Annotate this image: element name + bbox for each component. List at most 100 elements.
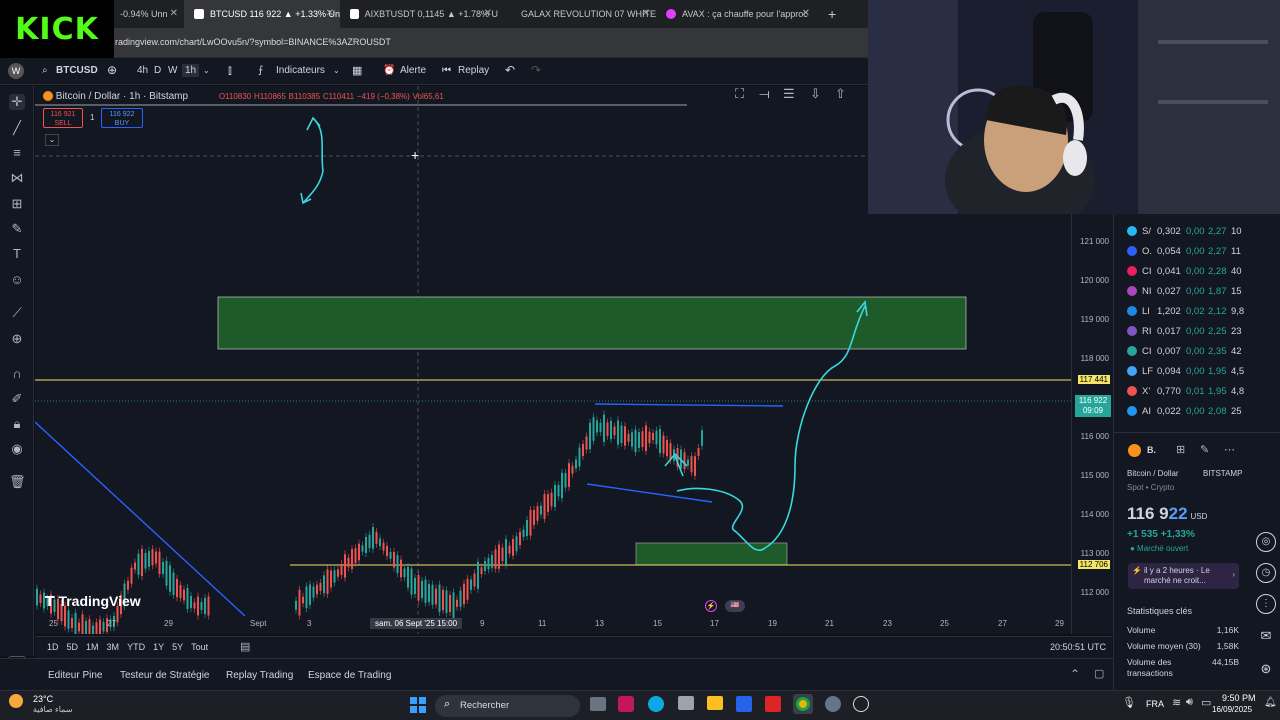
watchlist-row[interactable]: LI 1,202 0,02 2,12 9,8 [1114, 301, 1280, 321]
alarm-icon[interactable]: ⏰ [383, 65, 395, 76]
notification-icon[interactable]: ⊛ [1256, 660, 1276, 680]
close-icon[interactable]: ✕ [484, 8, 492, 19]
watchlist-row[interactable]: CI 0,041 0,00 2,28 40 [1114, 261, 1280, 281]
range-1d[interactable]: 1D [47, 642, 59, 652]
app-icon[interactable] [618, 696, 634, 712]
lock-icon[interactable]: 🔒︎ [9, 416, 25, 432]
flag-icon[interactable]: 🇺🇸︎ [725, 600, 745, 612]
trash-icon[interactable]: 🗑︎ [9, 474, 26, 490]
magnet-icon[interactable]: ∩ [9, 366, 25, 382]
range-3m[interactable]: 3M [107, 642, 120, 652]
tab-strategy-tester[interactable]: Testeur de Stratégie [120, 670, 210, 681]
watchlist-row[interactable]: CI 0,007 0,00 2,35 42 [1114, 341, 1280, 361]
close-icon[interactable]: ✕ [326, 8, 334, 19]
detail-symbol[interactable]: B. [1147, 445, 1156, 455]
range-tout[interactable]: Tout [191, 642, 208, 652]
news-banner[interactable]: il y a 2 heures · Le marché ne croit... ›… [1128, 563, 1239, 589]
range-5d[interactable]: 5D [67, 642, 79, 652]
interval-d[interactable]: D [154, 65, 161, 76]
fib-icon[interactable]: ≡ [9, 145, 25, 161]
volume-icon[interactable]: 🔊︎ [1186, 696, 1193, 709]
windows-start-icon[interactable] [410, 697, 426, 713]
arrow-up-icon[interactable]: ⇧ [835, 86, 846, 102]
address-bar[interactable]: radingview.com/chart/LwOOvu5n/?symbol=BI… [0, 28, 868, 58]
replay-icon[interactable]: ⏮ [442, 65, 451, 76]
interval-w[interactable]: W [168, 65, 177, 76]
event-icon[interactable]: ⚡ [705, 600, 717, 612]
crosshair-icon[interactable]: ✛ [9, 94, 25, 110]
more-icon[interactable]: ⋯ [1224, 443, 1235, 456]
range-5y[interactable]: 5Y [172, 642, 183, 652]
range-1y[interactable]: 1Y [153, 642, 164, 652]
watchlist-row[interactable]: RI 0,017 0,00 2,25 23 [1114, 321, 1280, 341]
replay-button[interactable]: Replay [458, 65, 489, 76]
forecast-icon[interactable]: ⊞ [9, 196, 25, 212]
clock-icon[interactable]: ◷ [1256, 563, 1276, 583]
interval-4h[interactable]: 4h [137, 65, 148, 76]
watchlist-row[interactable]: NI 0,027 0,00 1,87 15 [1114, 281, 1280, 301]
tab-trading-space[interactable]: Espace de Trading [308, 670, 391, 681]
hline-icon[interactable]: ⟞ [759, 86, 770, 102]
close-icon[interactable]: ✕ [802, 8, 810, 19]
calendar-icon[interactable]: ▤ [240, 640, 250, 653]
range-1m[interactable]: 1M [86, 642, 99, 652]
zoom-icon[interactable]: ⊕ [9, 331, 25, 347]
legend-title[interactable]: Bitcoin / Dollar · 1h · Bitstamp [56, 91, 188, 102]
browser-tab[interactable]: AVAX : ça chauffe pour l'approc ✕ [656, 0, 816, 28]
trendline-blue[interactable] [35, 421, 246, 617]
channel-icon[interactable]: ☰ [783, 86, 795, 102]
edge-icon[interactable] [648, 696, 664, 712]
support-zone[interactable] [635, 542, 788, 566]
watchlist-row[interactable]: AI 0,022 0,00 2,08 25 [1114, 401, 1280, 421]
collapse-legend-button[interactable]: ⌄ [45, 134, 59, 146]
lock-drawing-icon[interactable]: ✐ [9, 391, 25, 407]
close-icon[interactable]: ✕ [170, 8, 178, 19]
watchlist-row[interactable]: LF 0,094 0,00 1,95 4,5 [1114, 361, 1280, 381]
indicators-button[interactable]: Indicateurs [276, 65, 325, 76]
range-top-line[interactable] [594, 403, 784, 407]
watchlist-row[interactable]: X' 0,770 0,01 1,95 4,8 [1114, 381, 1280, 401]
chevron-down-icon[interactable]: ⌄ [203, 66, 210, 75]
trendline-icon[interactable]: ╱ [9, 120, 25, 136]
chrome-icon[interactable] [793, 694, 813, 714]
alert-button[interactable]: Alerte [400, 65, 426, 76]
redo-icon[interactable]: ↷ [531, 63, 541, 77]
range-ytd[interactable]: YTD [127, 642, 145, 652]
close-icon[interactable]: ✕ [642, 8, 650, 19]
clock-time[interactable]: 9:50 PM [1222, 693, 1256, 703]
store-icon[interactable] [678, 696, 694, 710]
edit-icon[interactable]: ✎ [1200, 443, 1209, 456]
rectangle-icon[interactable]: ⛶ [735, 86, 744, 102]
apps-icon[interactable]: ⋮ [1256, 594, 1276, 614]
chevron-down-icon[interactable]: ⌄ [333, 66, 340, 75]
symbol-search[interactable]: BTCUSD [56, 65, 98, 76]
buy-button[interactable]: 116 922 BUY [101, 108, 143, 128]
user-avatar[interactable]: W [8, 63, 24, 79]
microphone-icon[interactable]: 🎙︎ [1122, 696, 1136, 709]
eye-icon[interactable]: ◉ [9, 441, 25, 457]
clock-date[interactable]: 16/09/2025 [1212, 705, 1252, 714]
task-view-icon[interactable] [590, 697, 606, 711]
resistance-zone[interactable] [217, 296, 967, 350]
browser-tab[interactable]: -0.94% Unn ✕ [110, 0, 184, 28]
target-icon[interactable]: ◎ [1256, 532, 1276, 552]
word-icon[interactable] [736, 696, 752, 712]
ruler-icon[interactable]: ⟋ [9, 305, 25, 321]
new-tab-button[interactable]: + [818, 0, 842, 28]
taskbar-search[interactable]: ⌕ Rechercher [435, 695, 580, 717]
explorer-icon[interactable] [707, 696, 723, 710]
emoji-icon[interactable]: ☺ [9, 272, 25, 288]
brush-icon[interactable]: ✎ [9, 221, 25, 237]
tab-replay-trading[interactable]: Replay Trading [226, 670, 293, 681]
time-axis[interactable]: 25 27 29 Sept 3 9 11 13 15 17 19 21 23 25 27 29 [35, 616, 1071, 634]
browser-tab[interactable]: GALAX REVOLUTION 07 WHITE ✕ [498, 0, 656, 28]
app-icon[interactable] [853, 696, 869, 712]
watchlist-row[interactable]: O. 0,054 0,00 2,27 11 [1114, 241, 1280, 261]
text-icon[interactable]: T [9, 246, 25, 262]
undo-icon[interactable]: ↶ [505, 63, 515, 77]
url-text[interactable]: radingview.com/chart/LwOOvu5n/?symbol=BI… [115, 37, 391, 47]
weather-icon[interactable] [9, 694, 23, 708]
browser-tab-active[interactable]: BTCUSD 116 922 ▲ +1.33% Un ✕ [184, 0, 340, 28]
range-bottom-line[interactable] [586, 483, 713, 503]
battery-icon[interactable]: ▭ [1201, 696, 1211, 709]
